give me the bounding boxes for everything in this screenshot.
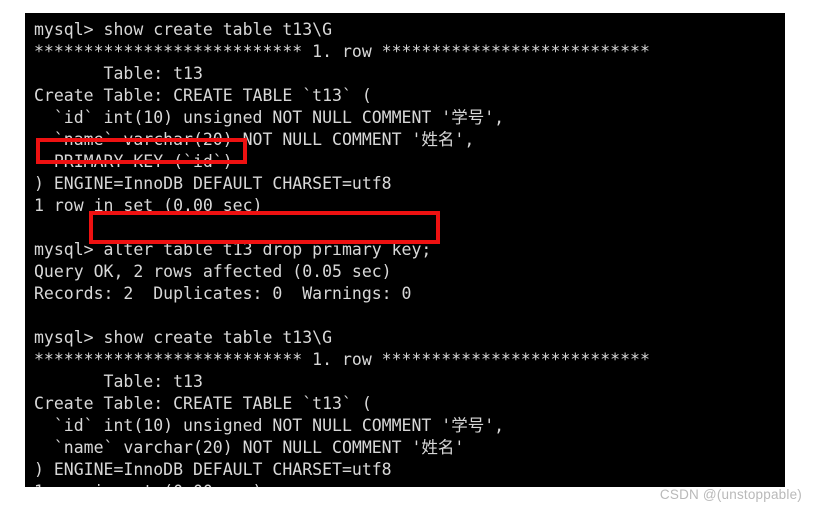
terminal-line-primary-key: PRIMARY KEY (`id`): [34, 152, 233, 171]
terminal-line: Records: 2 Duplicates: 0 Warnings: 0: [34, 284, 412, 303]
terminal-line-alter-statement: mysql> alter table t13 drop primary key;: [34, 240, 432, 259]
terminal-line: `id` int(10) unsigned NOT NULL COMMENT '…: [34, 416, 505, 435]
terminal-line: Table: t13: [34, 64, 203, 83]
terminal-line: Create Table: CREATE TABLE `t13` (: [34, 86, 372, 105]
terminal-window[interactable]: mysql> show create table t13\G *********…: [25, 13, 785, 487]
terminal-line: 1 row in set (0.00 sec): [34, 196, 263, 215]
terminal-line: `name` varchar(20) NOT NULL COMMENT '姓名'…: [34, 130, 475, 149]
terminal-line: *************************** 1. row *****…: [34, 350, 650, 369]
terminal-line: Table: t13: [34, 372, 203, 391]
terminal-line: mysql> show create table t13\G: [34, 20, 333, 39]
terminal-line: *************************** 1. row *****…: [34, 42, 650, 61]
screenshot-root: mysql> show create table t13\G *********…: [0, 0, 814, 508]
terminal-line: `id` int(10) unsigned NOT NULL COMMENT '…: [34, 108, 505, 127]
terminal-line: ) ENGINE=InnoDB DEFAULT CHARSET=utf8: [34, 174, 392, 193]
terminal-output: mysql> show create table t13\G *********…: [34, 19, 779, 487]
terminal-line: Query OK, 2 rows affected (0.05 sec): [34, 262, 392, 281]
terminal-line: ) ENGINE=InnoDB DEFAULT CHARSET=utf8: [34, 460, 392, 479]
terminal-line: mysql> show create table t13\G: [34, 328, 333, 347]
terminal-line: Create Table: CREATE TABLE `t13` (: [34, 394, 372, 413]
terminal-line: `name` varchar(20) NOT NULL COMMENT '姓名': [34, 438, 465, 457]
watermark-text: CSDN @(unstoppable): [659, 487, 802, 502]
